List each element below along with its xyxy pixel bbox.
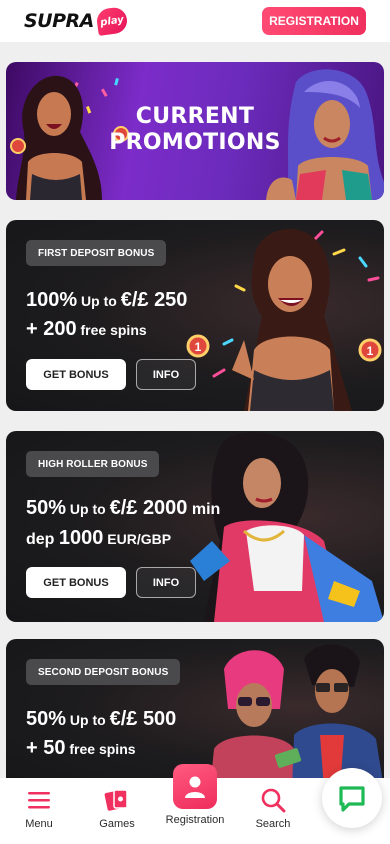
get-bonus-button[interactable]: GET BONUS [26, 567, 126, 598]
nav-search-label: Search [255, 818, 291, 830]
bonus-spins-label: free spins [76, 322, 147, 338]
bonus-prefix: + [26, 318, 44, 340]
bonus-prefix: dep [26, 531, 59, 548]
bonus-tag: HIGH ROLLER BONUS [26, 451, 160, 477]
supraplay-logo[interactable]: SUPRA play [24, 6, 129, 36]
bonus-spins-count: 200 [43, 318, 77, 340]
nav-search[interactable]: Search [234, 778, 312, 844]
chat-icon [339, 786, 365, 812]
bonus-dep-amount: 1000 [58, 527, 104, 549]
nav-games[interactable]: Games [78, 778, 156, 844]
bonus-up-to: Up to [66, 501, 110, 517]
current-promotions-banner: CURRENT PROMOTIONS [6, 62, 384, 200]
bonus-tag: FIRST DEPOSIT BONUS [26, 240, 167, 266]
bonus-headline: 100% Up to €/£ 250 + 200 free spins [26, 286, 276, 344]
live-chat-button[interactable] [322, 768, 382, 828]
bonus-card-first-deposit: 1 1 FIRST DEPOSIT BONUS 100% Up to €/£ 2… [6, 220, 384, 411]
bonus-up-to: Up to [77, 293, 121, 309]
logo-text: SUPRA [24, 10, 94, 32]
get-bonus-button[interactable]: GET BONUS [26, 359, 126, 390]
bonus-percent: 50% [26, 497, 67, 519]
bonus-spins-count: 50 [43, 737, 66, 759]
logo-badge: play [95, 6, 129, 36]
bonus-percent: 50% [26, 708, 67, 730]
bonus-currency: EUR/GBP [103, 531, 172, 547]
hero-title-line2: PROMOTIONS [109, 130, 281, 155]
nav-games-label: Games [99, 818, 135, 830]
bonus-amount: €/£ 500 [109, 708, 177, 730]
bonus-amount: €/£ 250 [120, 289, 188, 311]
bonus-prefix: + [26, 737, 44, 759]
hero-title: CURRENT PROMOTIONS [6, 104, 384, 156]
bonus-percent: 100% [26, 289, 78, 311]
nav-menu-label: Menu [25, 818, 53, 830]
bonus-card-high-roller: HIGH ROLLER BONUS 50% Up to €/£ 2000 min… [6, 431, 384, 622]
bonus-min: min [187, 501, 221, 518]
hero-title-line1: CURRENT [135, 104, 255, 129]
bonus-up-to: Up to [66, 712, 110, 728]
bonus-tag: SECOND DEPOSIT BONUS [26, 659, 181, 685]
bonus-headline: 50% Up to €/£ 2000 min dep 1000 EUR/GBP [26, 494, 276, 554]
bonus-headline: 50% Up to €/£ 500 + 50 free spins [26, 705, 276, 763]
nav-registration-button[interactable] [173, 764, 217, 809]
bonus-spins-label: free spins [65, 741, 136, 757]
menu-icon [24, 787, 54, 813]
info-button[interactable]: INFO [136, 567, 196, 598]
top-header: SUPRA play REGISTRATION [0, 0, 390, 42]
bonus-amount: €/£ 2000 [109, 497, 188, 519]
nav-menu[interactable]: Menu [0, 778, 78, 844]
svg-text:1: 1 [367, 344, 374, 358]
info-button[interactable]: INFO [136, 359, 196, 390]
logo-badge-text: play [99, 13, 125, 29]
search-icon [258, 787, 288, 813]
cards-icon [102, 787, 132, 813]
nav-registration-label: Registration [165, 814, 225, 826]
user-icon [185, 776, 205, 798]
registration-button[interactable]: REGISTRATION [262, 7, 366, 35]
